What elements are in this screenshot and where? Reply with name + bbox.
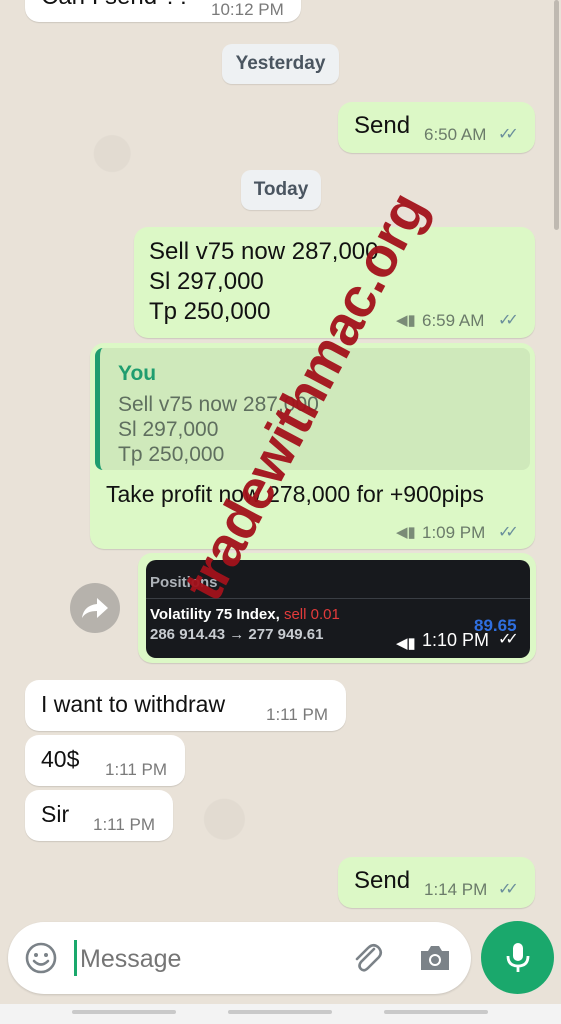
megaphone-icon: ◀▮ (396, 524, 416, 541)
message-time: 1:11 PM (266, 705, 329, 724)
navigation-bar (0, 1004, 561, 1024)
message-time: 1:11 PM (105, 760, 168, 779)
paperclip-icon (355, 943, 383, 972)
message-outgoing[interactable]: Send 6:50 AM ✓✓ (338, 102, 535, 153)
quote-line-3: Tp 250,000 (118, 443, 225, 466)
double-check-icon: ✓✓ (498, 524, 519, 541)
message-input[interactable] (78, 938, 332, 980)
nav-handle-center[interactable] (228, 1010, 332, 1014)
emoji-icon (25, 942, 57, 974)
message-time: 1:09 PM (422, 523, 486, 542)
forward-button[interactable] (70, 583, 120, 633)
message-incoming[interactable]: I want to withdraw 1:11 PM (25, 680, 346, 731)
message-text: Send (354, 867, 411, 894)
message-time: 1:10 PM (422, 630, 490, 650)
position-symbol: Volatility 75 Index, (150, 606, 280, 623)
message-time: 1:14 PM (424, 880, 488, 899)
double-check-icon: ✓✓ (498, 126, 519, 143)
signal-line-2: Sl 297,000 (149, 268, 264, 295)
message-text: I want to withdraw (41, 691, 226, 717)
megaphone-icon: ◀▮ (396, 635, 416, 652)
camera-icon (421, 946, 449, 970)
message-incoming[interactable]: Sir 1:11 PM (25, 790, 173, 841)
forward-icon (82, 598, 108, 618)
message-text: Can I send ?? (41, 0, 190, 12)
double-check-icon: ✓✓ (498, 631, 519, 648)
double-check-icon: ✓✓ (498, 312, 519, 329)
voice-record-button[interactable] (481, 921, 554, 994)
message-time: 10:12 PM (211, 0, 284, 19)
message-text: 40$ (41, 746, 80, 772)
attach-button[interactable] (350, 940, 384, 976)
message-incoming[interactable]: 40$ 1:11 PM (25, 735, 185, 786)
date-chip-today: Today (241, 170, 321, 210)
message-input-bar (8, 922, 471, 994)
position-prices: 286 914.43 → 277 949.61 (150, 626, 324, 643)
message-text: Sir (41, 801, 70, 827)
position-symbol-row: Volatility 75 Index, sell 0.01 (150, 606, 340, 623)
date-chip-yesterday: Yesterday (222, 44, 339, 84)
megaphone-icon: ◀▮ (396, 312, 416, 329)
scrollbar[interactable] (554, 0, 559, 230)
signal-line-3: Tp 250,000 (149, 298, 271, 325)
text-cursor (74, 940, 77, 976)
quote-line-2: Sl 297,000 (118, 418, 219, 441)
nav-handle-right[interactable] (384, 1010, 488, 1014)
message-time: 6:50 AM (424, 125, 487, 144)
quote-author: You (118, 362, 157, 385)
emoji-button[interactable] (24, 941, 58, 975)
message-text: Send (354, 112, 411, 139)
microphone-icon (506, 942, 529, 972)
message-time: 6:59 AM (422, 311, 485, 330)
position-side: sell 0.01 (283, 606, 340, 623)
message-outgoing[interactable]: Send 1:14 PM ✓✓ (338, 857, 535, 908)
camera-button[interactable] (418, 942, 452, 974)
nav-handle-left[interactable] (72, 1010, 176, 1014)
message-time: 1:11 PM (93, 815, 156, 834)
message-incoming-partial[interactable]: Can I send ?? 10:12 PM (25, 0, 301, 22)
double-check-icon: ✓✓ (498, 881, 519, 898)
